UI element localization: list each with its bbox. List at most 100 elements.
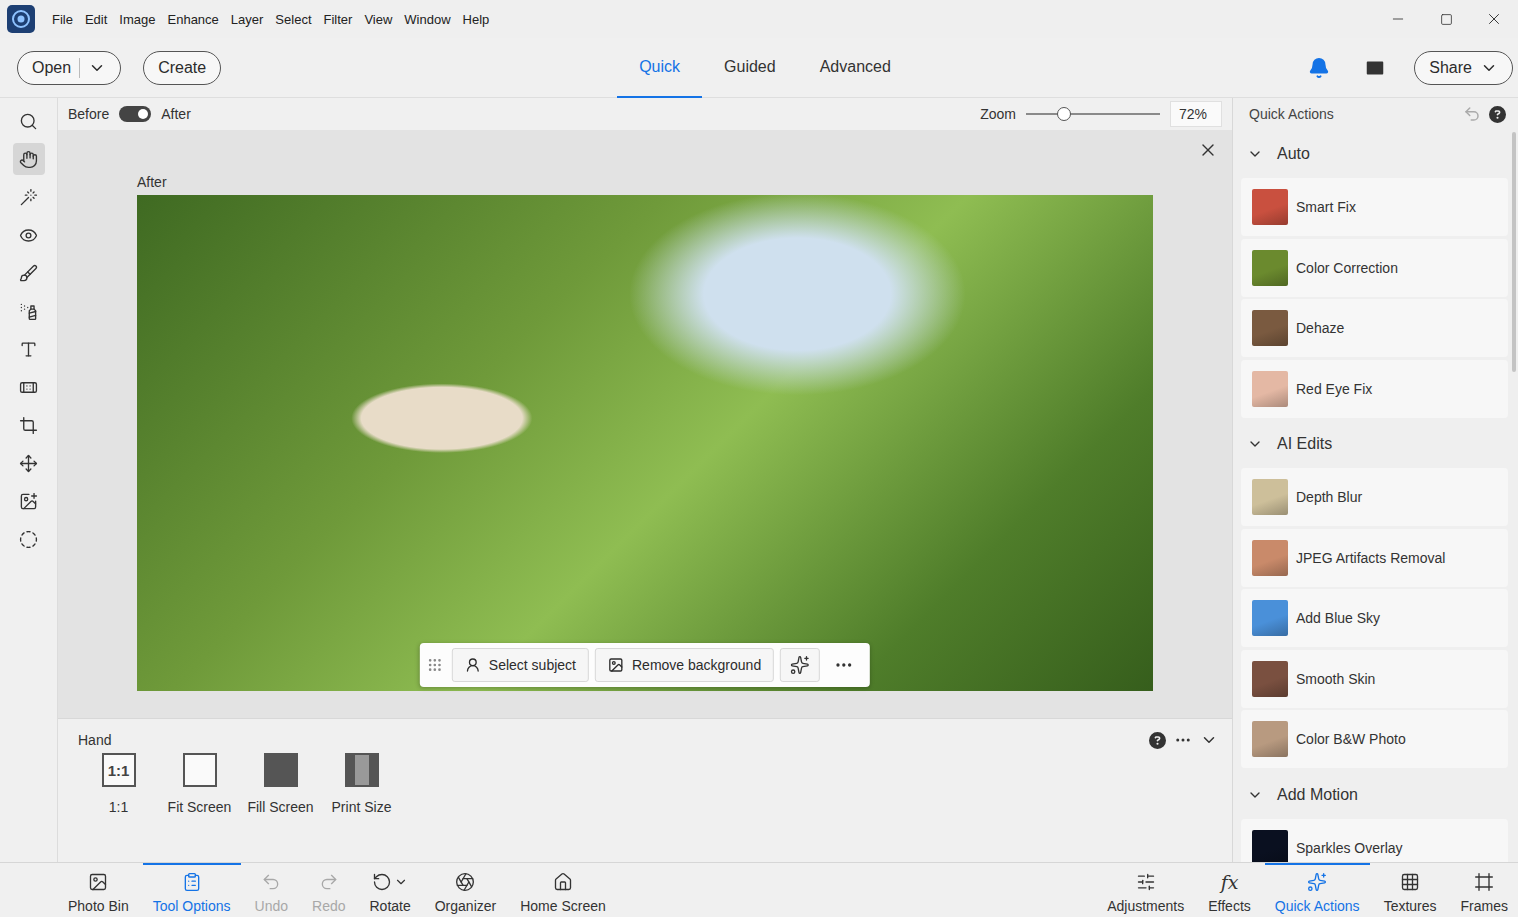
contextual-task-bar: Select subjectRemove background [420,643,870,687]
drag-handle[interactable] [424,648,446,682]
menu-item[interactable]: Select [269,12,317,27]
view-option[interactable]: Fill Screen [240,753,321,815]
quick-action-item[interactable]: Depth Blur [1241,468,1508,526]
organizer-button[interactable]: Organizer [425,863,506,917]
zoom-slider[interactable] [1026,113,1160,115]
view-option[interactable]: 1:11:1 [78,753,159,815]
tool-options-row: 1:11:1Fit ScreenFill ScreenPrint Size [78,753,1218,815]
view-option[interactable]: Print Size [321,753,402,815]
quick-action-item[interactable]: Color Correction [1241,239,1508,297]
quick-action-item[interactable]: JPEG Artifacts Removal [1241,529,1508,587]
tool-button[interactable] [13,371,45,403]
bottom-label: Organizer [435,898,496,914]
help-icon[interactable] [1149,732,1166,749]
messages-button[interactable] [1358,51,1392,85]
minimize-button[interactable] [1374,0,1422,38]
frames-icon [1474,872,1494,892]
tool-button[interactable] [13,409,45,441]
zoom-value-field[interactable]: 72% [1170,101,1222,127]
quick-action-item[interactable]: Add Blue Sky [1241,589,1508,647]
menu-item[interactable]: Enhance [162,12,225,27]
section-header[interactable]: Add Motion [1233,771,1512,819]
open-button[interactable]: Open [17,51,121,85]
menu-bar: FileEditImageEnhanceLayerSelectFilterVie… [0,0,1518,38]
tool-options-panel: Hand1:11:1Fit ScreenFill ScreenPrint Siz… [58,718,1232,862]
section-header[interactable]: AI Edits [1233,420,1512,468]
menu-item[interactable]: Filter [318,12,359,27]
tool-button[interactable] [13,295,45,327]
action-label: JPEG Artifacts Removal [1296,550,1445,566]
quick-action-item[interactable]: Color B&W Photo [1241,710,1508,768]
zoom-slider-knob[interactable] [1057,107,1071,121]
quick-action-item[interactable]: Smart Fix [1241,178,1508,236]
close-view-icon[interactable] [1198,140,1218,160]
chevron-down-icon[interactable] [88,59,106,77]
quick-action-item[interactable]: Sparkles Overlay [1241,819,1508,863]
tool-button[interactable] [13,257,45,289]
icon-row [455,871,475,893]
home-button[interactable]: Home Screen [510,863,616,917]
reset-icon[interactable] [1463,105,1481,123]
view-option[interactable]: Fit Screen [159,753,240,815]
effects-button[interactable]: fxEffects [1198,863,1261,917]
tool-button[interactable] [13,447,45,479]
quick-action-item[interactable]: Smooth Skin [1241,650,1508,708]
divider [79,58,80,78]
menu-item[interactable]: Layer [225,12,270,27]
scrollbar-thumb[interactable] [1512,132,1516,372]
create-label: Create [158,59,206,77]
tool-button[interactable] [13,219,45,251]
panel-header: Quick Actions [1233,98,1518,130]
tool-button[interactable] [13,485,45,517]
mode-tab[interactable]: Quick [617,38,702,98]
generate-button[interactable] [780,648,820,682]
tool-options-button[interactable]: Tool Options [143,863,241,917]
create-button[interactable]: Create [143,51,221,85]
notifications-button[interactable] [1302,51,1336,85]
menu-item[interactable]: Help [457,12,496,27]
before-after-toggle[interactable] [119,106,151,122]
quick-actions-button[interactable]: Quick Actions [1265,863,1370,917]
menu-item[interactable]: Edit [79,12,113,27]
menu-item[interactable]: View [358,12,398,27]
quick-action-item[interactable]: Dehaze [1241,299,1508,357]
mode-tab[interactable]: Advanced [798,38,913,98]
tool-button[interactable] [13,523,45,555]
photo-bin-button[interactable]: Photo Bin [58,863,139,917]
sparkles-icon [790,655,810,675]
close-button[interactable] [1470,0,1518,38]
maximize-icon [1440,13,1453,26]
app-logo-icon [6,4,36,34]
help-icon[interactable] [1489,106,1506,123]
tool-button[interactable] [13,105,45,137]
select-subject-button[interactable]: Select subject [452,648,589,682]
photo[interactable]: Select subjectRemove background [137,195,1153,691]
menu-item[interactable]: File [46,12,79,27]
adjustments-button[interactable]: Adjustments [1097,863,1194,917]
chevron-down-icon[interactable] [1200,731,1218,749]
maximize-button[interactable] [1422,0,1470,38]
frames-button[interactable]: Frames [1451,863,1518,917]
tool-button[interactable] [13,333,45,365]
tool-button[interactable] [13,181,45,213]
remove-background-button[interactable]: Remove background [595,648,774,682]
rotate-button[interactable]: Rotate [359,863,420,917]
menu-item[interactable]: Window [398,12,456,27]
tool-button[interactable] [13,143,45,175]
redo-button[interactable]: Redo [302,863,355,917]
more-icon[interactable] [1174,731,1192,749]
share-button[interactable]: Share [1414,51,1513,85]
smart-brush-icon [19,302,38,321]
menu-item[interactable]: Image [113,12,161,27]
textures-button[interactable]: Textures [1374,863,1447,917]
mode-tab[interactable]: Guided [702,38,798,98]
fit-icon [183,753,217,787]
more-button[interactable] [826,648,862,682]
undo-button[interactable]: Undo [245,863,298,917]
section-header[interactable]: Auto [1233,130,1512,178]
quick-action-item[interactable]: Red Eye Fix [1241,360,1508,418]
chevron-down-icon[interactable] [394,875,408,889]
workspace: BeforeAfterZoom72%AfterSelect subjectRem… [0,98,1518,862]
icon-row: fx [1221,871,1239,893]
action-thumbnail [1252,830,1288,863]
